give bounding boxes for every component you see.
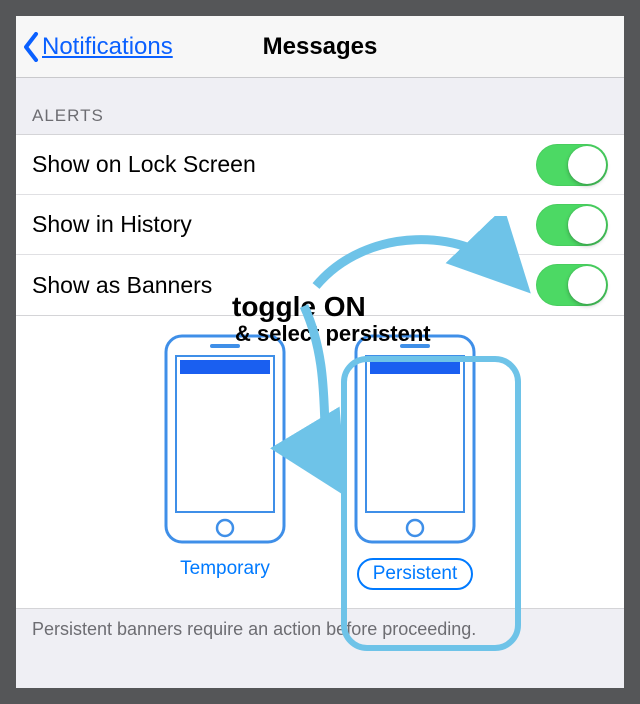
row-show-on-lock-screen[interactable]: Show on Lock Screen xyxy=(16,135,624,195)
banner-style-label-selected: Persistent xyxy=(357,558,473,590)
chevron-left-icon xyxy=(22,32,40,62)
row-label: Show in History xyxy=(32,211,192,238)
section-footer: Persistent banners require an action bef… xyxy=(16,609,624,640)
toggle-show-on-lock-screen[interactable] xyxy=(536,144,608,186)
toggle-show-as-banners[interactable] xyxy=(536,264,608,306)
back-button[interactable]: Notifications xyxy=(16,32,173,62)
row-show-as-banners[interactable]: Show as Banners xyxy=(16,255,624,315)
banner-style-temporary[interactable]: Temporary xyxy=(160,334,290,590)
toggle-show-in-history[interactable] xyxy=(536,204,608,246)
toggle-knob xyxy=(568,266,606,304)
nav-bar: Notifications Messages xyxy=(16,16,624,78)
toggle-knob xyxy=(568,206,606,244)
row-label: Show on Lock Screen xyxy=(32,151,256,178)
alerts-group: Show on Lock Screen Show in History Show… xyxy=(16,134,624,316)
section-header-alerts: ALERTS xyxy=(16,78,624,134)
row-label: Show as Banners xyxy=(32,272,212,299)
row-show-in-history[interactable]: Show in History xyxy=(16,195,624,255)
banner-style-label: Temporary xyxy=(180,558,270,580)
back-label: Notifications xyxy=(42,33,173,61)
banner-style-chooser: Temporary Persistent xyxy=(16,316,624,609)
toggle-knob xyxy=(568,146,606,184)
banner-style-persistent[interactable]: Persistent xyxy=(350,334,480,590)
phone-outline-icon xyxy=(350,334,480,544)
phone-outline-icon xyxy=(160,334,290,544)
settings-screen: Notifications Messages ALERTS Show on Lo… xyxy=(16,16,624,688)
